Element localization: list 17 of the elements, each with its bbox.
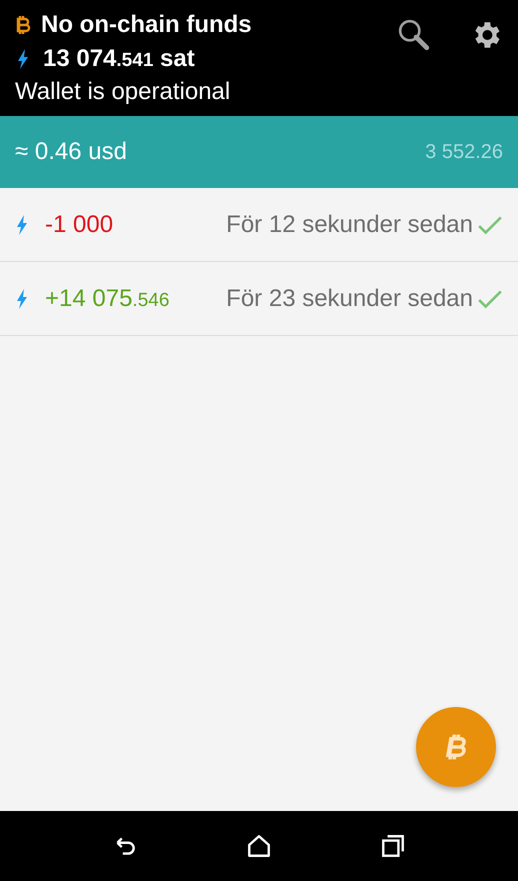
transaction-time: För 23 sekunder sedan — [226, 284, 473, 312]
lightning-icon — [15, 214, 29, 234]
lightning-icon — [15, 288, 29, 308]
transaction-time: För 12 sekunder sedan — [226, 210, 473, 238]
search-icon[interactable] — [397, 18, 431, 52]
transaction-amount: -1 000 — [45, 210, 114, 238]
home-icon[interactable] — [246, 833, 272, 859]
recent-apps-icon[interactable] — [380, 833, 406, 859]
bitcoin-icon — [15, 15, 31, 35]
fiat-balance: ≈ 0.46 usd — [15, 138, 127, 166]
wallet-status: Wallet is operational — [15, 78, 232, 106]
bitcoin-icon — [445, 733, 467, 761]
lightning-icon — [16, 49, 30, 69]
lightning-balance: 13 074.541 sat — [43, 45, 195, 73]
onchain-balance: No on-chain funds — [41, 11, 252, 39]
exchange-rate: 3 552.26 — [425, 140, 503, 164]
transaction-amount: +14 075.546 — [45, 284, 170, 312]
